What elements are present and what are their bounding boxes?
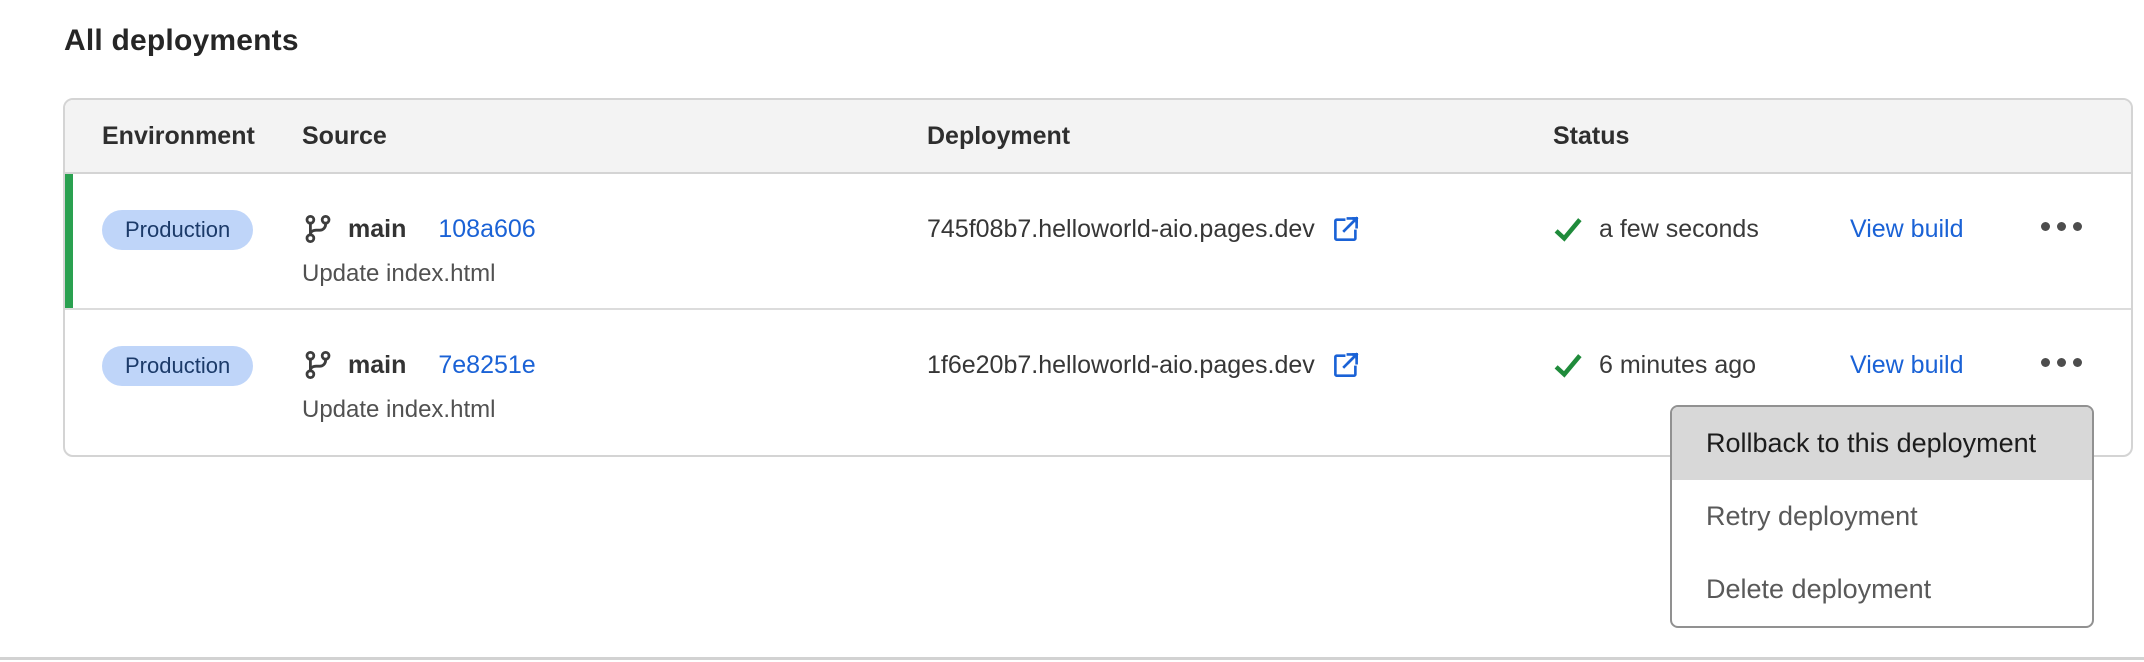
environment-badge: Production xyxy=(102,346,253,386)
current-deployment-indicator xyxy=(65,174,73,308)
deployment-url: 745f08b7.helloworld-aio.pages.dev xyxy=(927,215,1315,244)
column-header-environment: Environment xyxy=(102,122,302,151)
view-build-link[interactable]: View build xyxy=(1850,351,1964,380)
git-branch-icon xyxy=(302,213,334,245)
branch-name: main xyxy=(348,215,406,244)
status-text: 6 minutes ago xyxy=(1599,351,1756,380)
view-build-link[interactable]: View build xyxy=(1850,215,1964,244)
ellipsis-dot xyxy=(2057,222,2066,231)
column-header-source: Source xyxy=(302,122,927,151)
commit-link[interactable]: 7e8251e xyxy=(438,351,535,380)
table-header-row: Environment Source Deployment Status xyxy=(65,100,2131,174)
commit-message: Update index.html xyxy=(302,260,927,288)
commit-link[interactable]: 108a606 xyxy=(438,215,535,244)
environment-badge: Production xyxy=(102,210,253,250)
page-bottom-divider xyxy=(0,657,2144,660)
external-link-icon[interactable] xyxy=(1331,214,1361,244)
external-link-icon[interactable] xyxy=(1331,350,1361,380)
success-check-icon xyxy=(1553,214,1583,244)
menu-item-retry[interactable]: Retry deployment xyxy=(1672,480,2092,553)
deployments-table: Environment Source Deployment Status Pro… xyxy=(63,98,2133,457)
page-title: All deployments xyxy=(64,24,299,58)
table-row: Production main 108a606 Update index.htm… xyxy=(65,174,2131,308)
column-header-status: Status xyxy=(1553,122,1850,151)
ellipsis-dot xyxy=(2057,358,2066,367)
commit-message: Update index.html xyxy=(302,396,927,424)
branch-name: main xyxy=(348,351,406,380)
git-branch-icon xyxy=(302,349,334,381)
row-actions-button[interactable] xyxy=(2037,348,2086,377)
ellipsis-dot xyxy=(2073,358,2082,367)
ellipsis-dot xyxy=(2041,222,2050,231)
deployment-url: 1f6e20b7.helloworld-aio.pages.dev xyxy=(927,351,1315,380)
menu-item-rollback[interactable]: Rollback to this deployment xyxy=(1672,407,2092,480)
success-check-icon xyxy=(1553,350,1583,380)
ellipsis-dot xyxy=(2073,222,2082,231)
ellipsis-dot xyxy=(2041,358,2050,367)
row-actions-context-menu: Rollback to this deployment Retry deploy… xyxy=(1670,405,2094,628)
status-text: a few seconds xyxy=(1599,215,1759,244)
row-actions-button[interactable] xyxy=(2037,212,2086,241)
column-header-deployment: Deployment xyxy=(927,122,1553,151)
menu-item-delete[interactable]: Delete deployment xyxy=(1672,553,2092,626)
